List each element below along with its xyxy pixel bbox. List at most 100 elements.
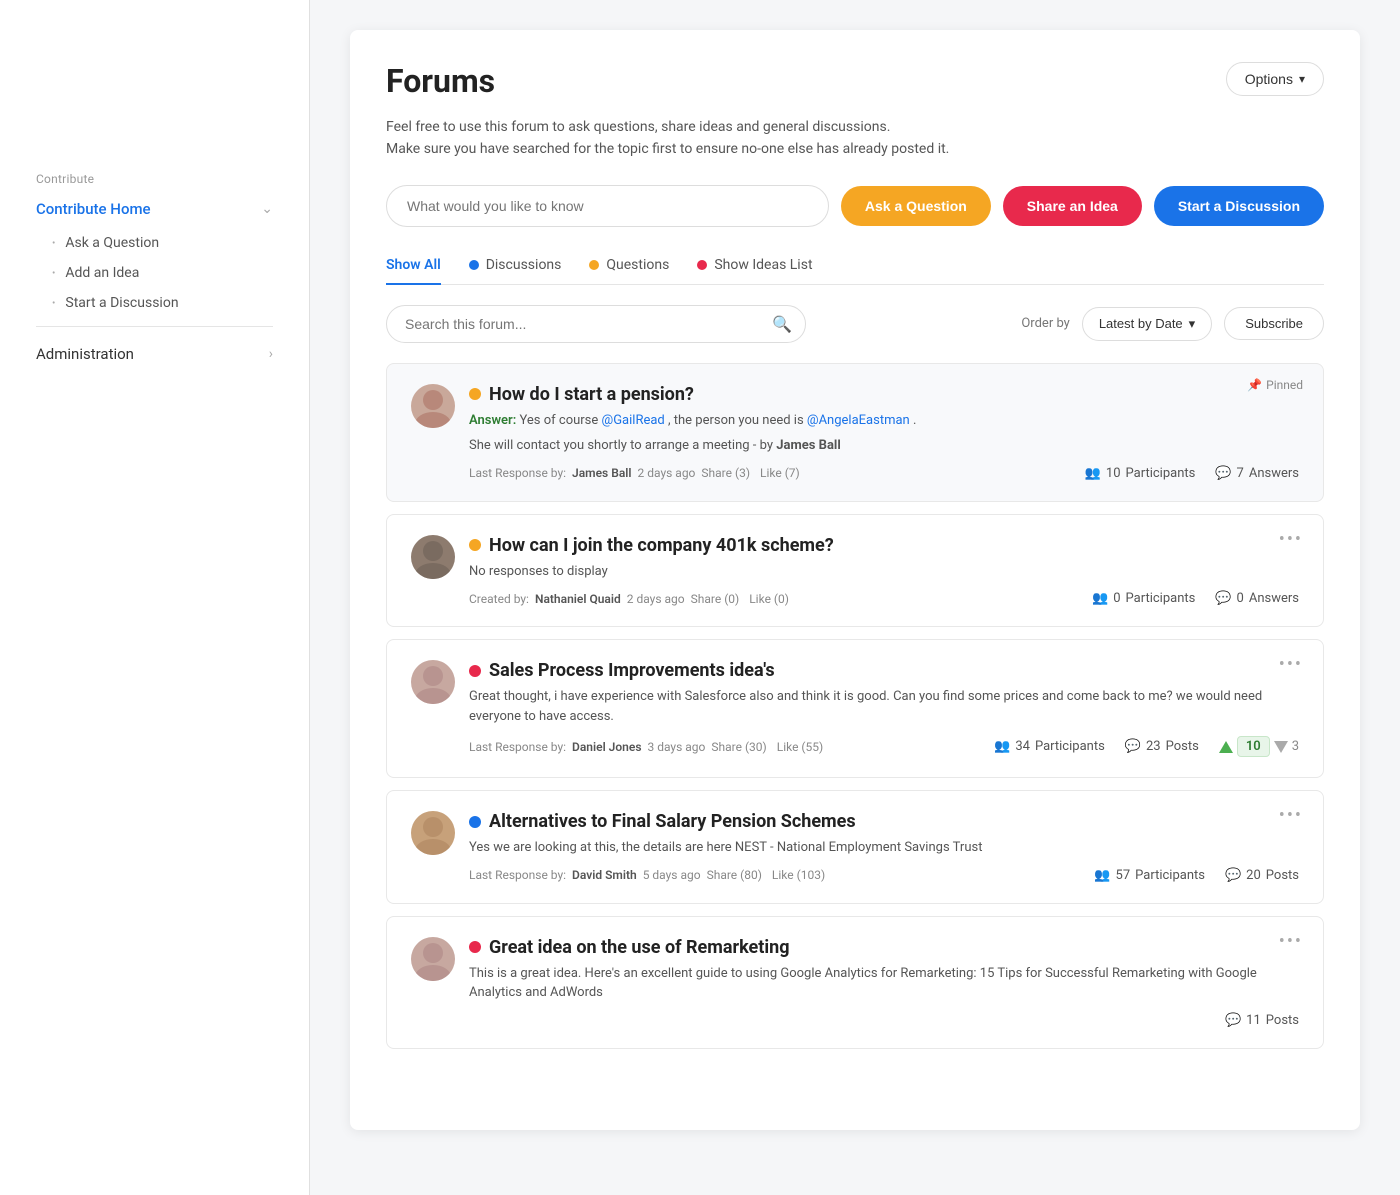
share-like-4: Share (80) Like (103) <box>707 868 826 882</box>
more-options-button-3[interactable]: ••• <box>1279 654 1303 675</box>
post-title-2: How can I join the company 401k scheme? <box>489 535 834 556</box>
caret-down-icon: ▾ <box>1299 72 1305 86</box>
posts-label-3: Posts <box>1166 739 1199 754</box>
post-title-row-3: Sales Process Improvements idea's <box>469 660 1299 681</box>
forums-description: Feel free to use this forum to ask quest… <box>386 116 1324 161</box>
answers-stat-1: 💬 7 Answers <box>1215 466 1299 481</box>
post-meta-left-3: Last Response by: Daniel Jones 3 days ag… <box>469 740 823 754</box>
sidebar-item-administration[interactable]: Administration › <box>0 335 309 373</box>
post-title-4: Alternatives to Final Salary Pension Sch… <box>489 811 856 832</box>
order-value: Latest by Date <box>1099 316 1183 331</box>
subscribe-button[interactable]: Subscribe <box>1224 307 1324 340</box>
share-link-4[interactable]: Share (80) <box>707 868 762 882</box>
more-options-button-5[interactable]: ••• <box>1279 931 1303 952</box>
vote-down-button-3[interactable] <box>1274 741 1288 753</box>
sidebar-sub-item-add-idea[interactable]: Add an Idea <box>0 258 309 288</box>
chat-icon-2: 💬 <box>1215 591 1231 606</box>
sidebar-item-contribute-home[interactable]: Contribute Home ⌄ <box>0 190 309 228</box>
answer-label-1: Answer: <box>469 413 516 428</box>
answers-count-1: 7 <box>1237 466 1244 481</box>
post-card-5: ••• Great idea on the use of Remarketing… <box>386 916 1324 1049</box>
main-search-input[interactable] <box>386 185 829 227</box>
chat-icon-1: 💬 <box>1215 466 1231 481</box>
mention-angeleaeastman[interactable]: @AngelaEastman <box>807 413 910 428</box>
more-options-button-2[interactable]: ••• <box>1279 529 1303 550</box>
participants-label-4: Participants <box>1135 868 1205 883</box>
posts-count-3: 23 <box>1146 739 1161 754</box>
caret-down-icon: ▾ <box>1189 316 1196 332</box>
main-content: Forums Options ▾ Feel free to use this f… <box>310 0 1400 1195</box>
post-meta-2: Created by: Nathaniel Quaid 2 days ago S… <box>469 591 1299 606</box>
post-author-bold-1: James Ball <box>776 438 841 453</box>
share-like-1: Share (3) Like (7) <box>701 466 799 480</box>
avatar-5 <box>411 937 455 981</box>
share-link-2[interactable]: Share (0) <box>691 592 740 606</box>
sidebar-admin-label: Administration <box>36 345 134 363</box>
like-link-4[interactable]: Like (103) <box>772 868 825 882</box>
mention-gailread[interactable]: @GailRead <box>602 413 665 428</box>
ask-question-button[interactable]: Ask a Question <box>841 186 991 226</box>
posts-label-4: Posts <box>1266 868 1299 883</box>
forums-description-line2: Make sure you have searched for the topi… <box>386 138 1324 160</box>
tab-ideas-list[interactable]: Show Ideas List <box>697 247 812 285</box>
order-label: Order by <box>1021 316 1069 331</box>
participants-stat-1: 👥 10 Participants <box>1085 466 1196 481</box>
like-link-2[interactable]: Like (0) <box>749 592 789 606</box>
post-meta-right-3: 👥 34 Participants 💬 23 Posts <box>994 736 1299 757</box>
posts-stat-5: 💬 11 Posts <box>1225 1013 1299 1028</box>
post-meta-right-4: 👥 57 Participants 💬 20 Posts <box>1094 868 1299 883</box>
more-options-button-4[interactable]: ••• <box>1279 805 1303 826</box>
tab-show-all[interactable]: Show All <box>386 247 441 285</box>
posts-stat-4: 💬 20 Posts <box>1225 868 1299 883</box>
sidebar-divider <box>36 326 273 327</box>
tab-questions[interactable]: Questions <box>589 247 669 285</box>
share-idea-button[interactable]: Share an Idea <box>1003 186 1142 226</box>
participants-count-2: 0 <box>1113 591 1120 606</box>
forum-controls: 🔍 Order by Latest by Date ▾ Subscribe <box>386 305 1324 343</box>
post-title-row-1: How do I start a pension? <box>469 384 1299 405</box>
sidebar-sub-item-ask-question[interactable]: Ask a Question <box>0 228 309 258</box>
type-dot-question-1 <box>469 388 481 400</box>
tab-discussions[interactable]: Discussions <box>469 247 562 285</box>
post-body-4: Yes we are looking at this, the details … <box>469 838 1299 858</box>
forums-title: Forums <box>386 62 495 100</box>
post-title-1: How do I start a pension? <box>489 384 694 405</box>
participants-count-4: 57 <box>1116 868 1131 883</box>
post-top-3: Sales Process Improvements idea's Great … <box>411 660 1299 757</box>
share-link-3[interactable]: Share (30) <box>711 740 766 754</box>
participants-label-2: Participants <box>1126 591 1196 606</box>
post-card-2: ••• How can I join the company 401k sche… <box>386 514 1324 628</box>
like-link-3[interactable]: Like (55) <box>777 740 823 754</box>
forum-search-input[interactable] <box>386 305 806 343</box>
posts-count-4: 20 <box>1246 868 1261 883</box>
action-row: Ask a Question Share an Idea Start a Dis… <box>386 185 1324 227</box>
sidebar-sub-item-start-discussion[interactable]: Start a Discussion <box>0 288 309 318</box>
pinned-label: Pinned <box>1266 378 1303 392</box>
sidebar: Contribute Contribute Home ⌄ Ask a Quest… <box>0 0 310 1195</box>
start-discussion-button[interactable]: Start a Discussion <box>1154 186 1324 226</box>
options-button[interactable]: Options ▾ <box>1226 62 1324 96</box>
post-card-3: ••• Sales Process Improvements idea's Gr… <box>386 639 1324 778</box>
chevron-down-icon: ⌄ <box>261 201 273 217</box>
like-link-1[interactable]: Like (7) <box>760 466 800 480</box>
share-link-1[interactable]: Share (3) <box>701 466 750 480</box>
order-by-button[interactable]: Latest by Date ▾ <box>1082 307 1212 341</box>
post-meta-right-5: 💬 11 Posts <box>1225 1013 1299 1028</box>
post-meta-3: Last Response by: Daniel Jones 3 days ag… <box>469 736 1299 757</box>
vote-up-button-3[interactable] <box>1219 741 1233 753</box>
tab-questions-label: Questions <box>606 257 669 273</box>
forums-card: Forums Options ▾ Feel free to use this f… <box>350 30 1360 1130</box>
chat-icon-3: 💬 <box>1125 739 1141 754</box>
post-answer-line2-1: She will contact you shortly to arrange … <box>469 436 1299 456</box>
post-body-2: No responses to display <box>469 562 1299 582</box>
type-dot-idea-3 <box>469 665 481 677</box>
post-title-3: Sales Process Improvements idea's <box>489 660 775 681</box>
type-dot-question-2 <box>469 539 481 551</box>
participants-count-1: 10 <box>1106 466 1121 481</box>
chevron-right-icon: › <box>269 346 273 362</box>
people-icon-3: 👥 <box>994 739 1010 754</box>
posts-label-5: Posts <box>1266 1013 1299 1028</box>
post-title-row-5: Great idea on the use of Remarketing <box>469 937 1299 958</box>
vote-count-3: 10 <box>1237 736 1270 757</box>
post-content-5: Great idea on the use of Remarketing Thi… <box>469 937 1299 1028</box>
